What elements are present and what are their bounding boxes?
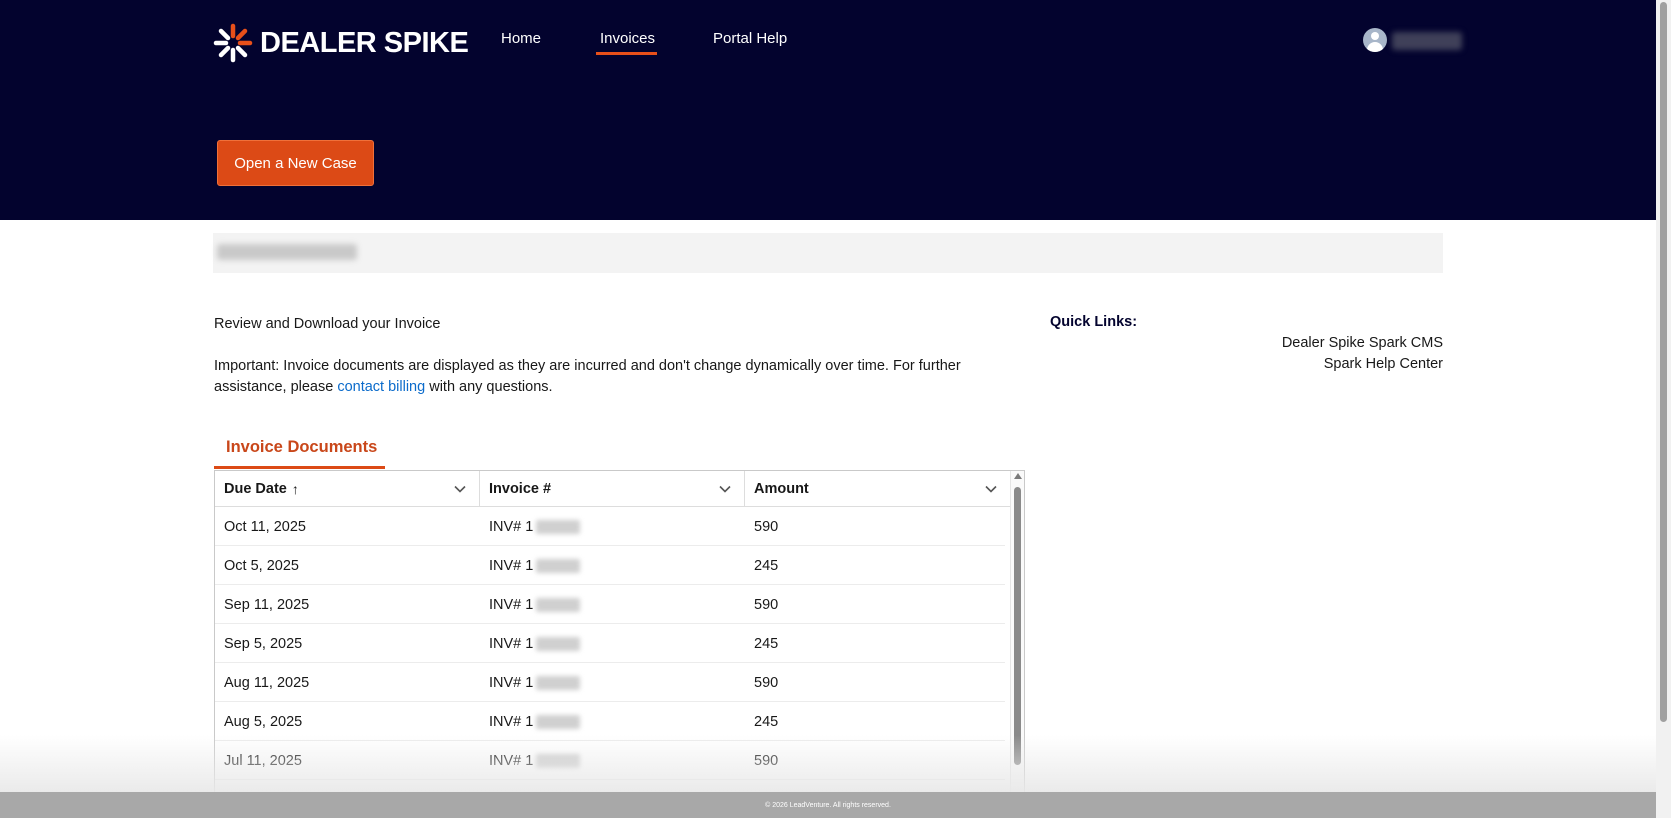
account-name-redacted	[217, 244, 357, 260]
chevron-down-icon[interactable]	[984, 482, 998, 496]
invoice-number-redacted	[536, 519, 581, 534]
brand-logo[interactable]: DEALER SPIKE	[212, 22, 469, 64]
table-row[interactable]: Jul 11, 2025 INV# 1 590	[215, 741, 1005, 780]
table-scroll-thumb[interactable]	[1014, 487, 1021, 765]
chevron-down-icon[interactable]	[453, 482, 467, 496]
account-name-bar	[213, 233, 1443, 273]
invoice-number-redacted	[536, 714, 581, 729]
table-row[interactable]: Aug 5, 2025 INV# 1 245	[215, 702, 1005, 741]
nav-home[interactable]: Home	[501, 30, 541, 47]
column-header-invoice-number[interactable]: Invoice #	[480, 471, 745, 507]
header-banner: DEALER SPIKE Home Invoices Portal Help O…	[0, 0, 1656, 220]
table-row[interactable]: Aug 11, 2025 INV# 1 590	[215, 663, 1005, 702]
user-avatar-icon[interactable]	[1363, 28, 1387, 52]
nav-invoices[interactable]: Invoices	[596, 30, 657, 55]
tab-label: Invoice Documents	[226, 438, 378, 456]
table-row[interactable]: Sep 11, 2025 INV# 1 590	[215, 585, 1005, 624]
invoice-number-redacted	[536, 636, 581, 651]
page-scroll-thumb[interactable]	[1660, 2, 1667, 722]
table-row[interactable]: Sep 5, 2025 INV# 1 245	[215, 624, 1005, 663]
table-row[interactable]: Oct 5, 2025 INV# 1 245	[215, 546, 1005, 585]
open-new-case-button[interactable]: Open a New Case	[217, 140, 374, 186]
nav-portal-help[interactable]: Portal Help	[713, 30, 787, 47]
table-header: Due Date ↑ Invoice # Amount	[215, 471, 1010, 507]
chevron-down-icon[interactable]	[718, 482, 732, 496]
column-header-amount[interactable]: Amount	[745, 471, 1010, 507]
active-nav-indicator	[596, 52, 657, 55]
page-scrollbar[interactable]	[1656, 0, 1671, 818]
user-name-redacted[interactable]	[1392, 32, 1462, 50]
invoice-number-redacted	[536, 558, 581, 573]
invoice-number-redacted	[536, 597, 581, 612]
invoice-number-redacted	[536, 753, 581, 768]
table-scrollbar[interactable]	[1010, 471, 1024, 818]
scroll-up-icon[interactable]	[1014, 473, 1022, 479]
contact-billing-link[interactable]: contact billing	[337, 379, 425, 395]
invoice-table: Due Date ↑ Invoice # Amount Oct 11, 2025…	[214, 470, 1025, 818]
spark-icon	[213, 23, 253, 63]
intro-text: Review and Download your Invoice	[214, 316, 441, 332]
nav-invoices-label: Invoices	[600, 30, 656, 47]
table-row[interactable]: Oct 11, 2025 INV# 1 590	[215, 507, 1005, 546]
invoice-number-redacted	[536, 675, 581, 690]
brand-name: DEALER SPIKE	[260, 26, 469, 59]
footer-copyright: © 2026 LeadVenture. All rights reserved.	[765, 801, 891, 809]
quick-links-title: Quick Links:	[1050, 314, 1138, 330]
important-notice: Important: Invoice documents are display…	[214, 358, 961, 395]
quick-link-help-center[interactable]: Spark Help Center	[1324, 356, 1443, 372]
sort-ascending-icon: ↑	[291, 481, 299, 497]
footer: © 2026 LeadVenture. All rights reserved.	[0, 792, 1656, 818]
quick-link-spark-cms[interactable]: Dealer Spike Spark CMS	[1282, 335, 1443, 351]
tab-invoice-documents[interactable]: Invoice Documents	[214, 430, 385, 469]
column-header-due-date[interactable]: Due Date ↑	[215, 471, 480, 507]
